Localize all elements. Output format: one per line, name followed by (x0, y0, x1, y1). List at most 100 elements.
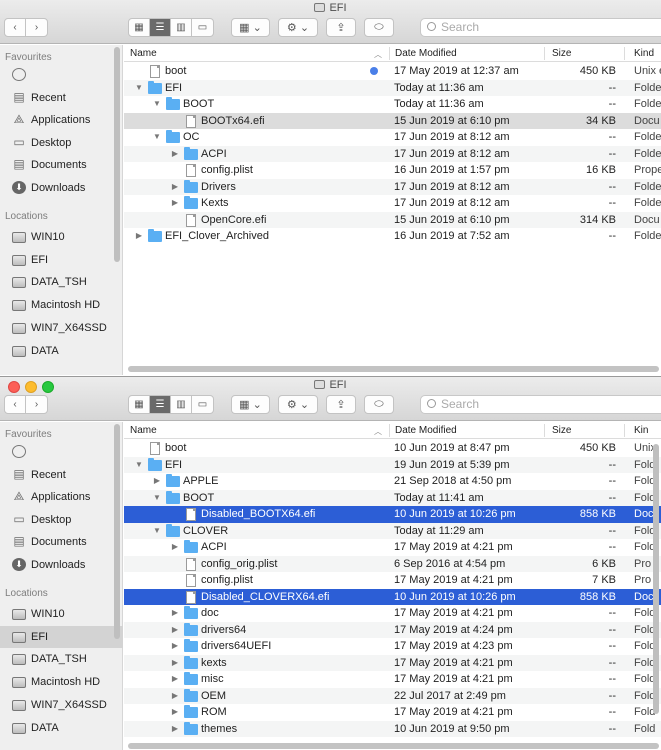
disclosure-closed-icon[interactable]: ▶ (170, 638, 180, 655)
sidebar-item-data[interactable]: DATA (0, 340, 123, 362)
disclosure-closed-icon[interactable]: ▶ (170, 605, 180, 622)
table-row[interactable]: ▶ kexts 17 May 2019 at 4:21 pm -- Fold (124, 654, 661, 671)
table-row[interactable]: config.plist 17 May 2019 at 4:21 pm 7 KB Pr… (124, 572, 661, 589)
table-row[interactable]: ▼ EFI 19 Jun 2019 at 5:39 pm -- Fold (124, 456, 661, 474)
table-row[interactable]: ▶ Kexts 17 Jun 2019 at 8:12 am -- Folde (124, 195, 661, 212)
table-row[interactable]: ▼ CLOVER Today at 11:29 am -- Fold (124, 522, 661, 540)
sidebar-item-win10[interactable]: WIN10 (0, 226, 123, 248)
sidebar-item-downloads[interactable]: ⬇ Downloads (0, 177, 123, 199)
sidebar-item-data-tsh[interactable]: DATA_TSH (0, 271, 123, 293)
sidebar-scrollbar[interactable] (114, 424, 120, 639)
icon-view-button[interactable]: ▦ (129, 396, 150, 413)
sidebar-scrollbar[interactable] (114, 47, 120, 262)
disclosure-open-icon[interactable]: ▼ (152, 523, 162, 540)
column-date-modified[interactable]: Date Modified (395, 425, 457, 436)
table-row[interactable]: ▶ EFI_Clover_Archived 16 Jun 2019 at 7:52 … (124, 228, 661, 245)
table-row[interactable]: ▼ BOOT Today at 11:36 am -- Folde (124, 96, 661, 113)
disclosure-open-icon[interactable]: ▼ (152, 96, 162, 113)
sidebar-item-data-tsh[interactable]: DATA_TSH (0, 648, 123, 670)
table-row[interactable]: ▶ ACPI 17 Jun 2019 at 8:12 am -- Folde (124, 145, 661, 163)
disclosure-closed-icon[interactable]: ▶ (170, 195, 180, 212)
sidebar-item-desktop[interactable]: ▭ Desktop (0, 132, 123, 154)
back-button[interactable]: ‹ (5, 19, 26, 36)
disclosure-open-icon[interactable]: ▼ (134, 80, 144, 97)
disclosure-closed-icon[interactable]: ▶ (170, 688, 180, 705)
tags-button[interactable]: ⬭ (364, 395, 394, 414)
column-kind[interactable]: Kin (634, 425, 648, 436)
column-size[interactable]: Size (552, 425, 571, 436)
table-row[interactable]: ▶ drivers64 17 May 2019 at 4:24 pm -- Fold (124, 621, 661, 639)
sidebar-item-desktop[interactable]: ▭ Desktop (0, 509, 123, 531)
share-button[interactable]: ⇪ (326, 18, 356, 37)
table-row[interactable]: ▶ OEM 22 Jul 2017 at 2:49 pm -- Fold (124, 687, 661, 705)
table-row[interactable]: config.plist 16 Jun 2019 at 1:57 pm 16 KB P… (124, 162, 661, 179)
column-name[interactable]: Name (130, 48, 157, 59)
sidebar-item-efi[interactable]: EFI (0, 249, 123, 271)
sidebar-item-data[interactable]: DATA (0, 717, 123, 739)
search-field[interactable]: Search (420, 395, 661, 414)
disclosure-closed-icon[interactable]: ▶ (170, 179, 180, 196)
horizontal-scrollbar[interactable] (128, 743, 659, 749)
sidebar-item-macintosh-hd[interactable]: Macintosh HD (0, 671, 123, 693)
horizontal-scrollbar[interactable] (128, 366, 659, 372)
disclosure-open-icon[interactable]: ▼ (134, 457, 144, 474)
table-row[interactable]: ▼ BOOT Today at 11:41 am -- Fold (124, 489, 661, 507)
action-gear-button[interactable]: ⚙ ⌄ (278, 18, 318, 37)
sidebar-item-recent[interactable]: ▤ Recent (0, 464, 123, 486)
forward-button[interactable]: › (26, 19, 47, 36)
action-gear-button[interactable]: ⚙ ⌄ (278, 395, 318, 414)
table-row[interactable]: OpenCore.efi 15 Jun 2019 at 6:10 pm 314 KB… (124, 211, 661, 228)
search-field[interactable]: Search (420, 18, 661, 37)
column-date-modified[interactable]: Date Modified (395, 48, 457, 59)
column-view-button[interactable]: ▥ (171, 396, 192, 413)
icon-view-button[interactable]: ▦ (129, 19, 150, 36)
table-row[interactable]: boot 17 May 2019 at 12:37 am 450 KB Unix e (124, 63, 661, 80)
sidebar-item-macintosh-hd[interactable]: Macintosh HD (0, 294, 123, 316)
column-view-button[interactable]: ▥ (171, 19, 192, 36)
disclosure-open-icon[interactable]: ▼ (152, 490, 162, 507)
disclosure-closed-icon[interactable]: ▶ (170, 622, 180, 639)
table-row[interactable]: BOOTx64.efi 15 Jun 2019 at 6:10 pm 34 KB Do… (124, 112, 661, 129)
back-button[interactable]: ‹ (5, 396, 26, 413)
table-row[interactable]: ▶ Drivers 17 Jun 2019 at 8:12 am -- Folde (124, 178, 661, 196)
share-button[interactable]: ⇪ (326, 395, 356, 414)
list-view-button[interactable]: ☰ (150, 396, 171, 413)
sidebar-item-documents[interactable]: ▤ Documents (0, 154, 123, 176)
sidebar-item-win10[interactable]: WIN10 (0, 603, 123, 625)
column-kind[interactable]: Kind (634, 48, 654, 59)
sidebar-item-downloads[interactable]: ⬇ Downloads (0, 554, 123, 576)
table-row[interactable]: ▶ drivers64UEFI 17 May 2019 at 4:23 pm -- Fo… (124, 638, 661, 655)
table-row[interactable]: config_orig.plist 6 Sep 2016 at 4:54 pm 6 … (124, 555, 661, 572)
table-row[interactable]: ▼ OC 17 Jun 2019 at 8:12 am -- Folde (124, 129, 661, 146)
sidebar-item-applications[interactable]: ⟁ Applications (0, 109, 123, 131)
sidebar-item-recent[interactable]: ▤ Recent (0, 87, 123, 109)
gallery-view-button[interactable]: ▭ (192, 396, 213, 413)
sidebar-item-efi[interactable]: EFI (0, 625, 123, 648)
table-row[interactable]: ▶ misc 17 May 2019 at 4:21 pm -- Fold (124, 671, 661, 688)
table-row[interactable]: Disabled_BOOTX64.efi 10 Jun 2019 at 10:26… (124, 506, 661, 523)
group-button[interactable]: ▦ ⌄ (231, 395, 270, 414)
sidebar-item-win7-x64ssd[interactable]: WIN7_X64SSD (0, 694, 123, 716)
vertical-scrollbar[interactable] (653, 444, 659, 714)
table-row[interactable]: ▶ doc 17 May 2019 at 4:21 pm -- Fold (124, 605, 661, 622)
list-view-button[interactable]: ☰ (150, 19, 171, 36)
table-row[interactable]: Disabled_CLOVERX64.efi 10 Jun 2019 at 10:… (124, 588, 661, 605)
group-button[interactable]: ▦ ⌄ (231, 18, 270, 37)
sidebar-item-win7-x64ssd[interactable]: WIN7_X64SSD (0, 317, 123, 339)
table-row[interactable]: boot 10 Jun 2019 at 8:47 pm 450 KB Unix (124, 440, 661, 457)
gallery-view-button[interactable]: ▭ (192, 19, 213, 36)
table-row[interactable]: ▶ ROM 17 May 2019 at 4:21 pm -- Fold (124, 704, 661, 721)
disclosure-closed-icon[interactable]: ▶ (152, 473, 162, 490)
table-row[interactable]: ▶ ACPI 17 May 2019 at 4:21 pm -- Fold (124, 539, 661, 556)
disclosure-closed-icon[interactable]: ▶ (170, 146, 180, 163)
table-row[interactable]: ▶ APPLE 21 Sep 2018 at 4:50 pm -- Fold (124, 473, 661, 490)
sidebar-item-airdrop[interactable] (0, 64, 123, 86)
disclosure-closed-icon[interactable]: ▶ (134, 228, 144, 245)
sidebar-item-documents[interactable]: ▤ Documents (0, 531, 123, 553)
table-row[interactable]: ▶ themes 10 Jun 2019 at 9:50 pm -- Fold (124, 720, 661, 737)
disclosure-closed-icon[interactable]: ▶ (170, 704, 180, 721)
column-name[interactable]: Name (130, 425, 157, 436)
column-size[interactable]: Size (552, 48, 571, 59)
disclosure-closed-icon[interactable]: ▶ (170, 671, 180, 688)
sidebar-item-airdrop[interactable] (0, 441, 123, 463)
